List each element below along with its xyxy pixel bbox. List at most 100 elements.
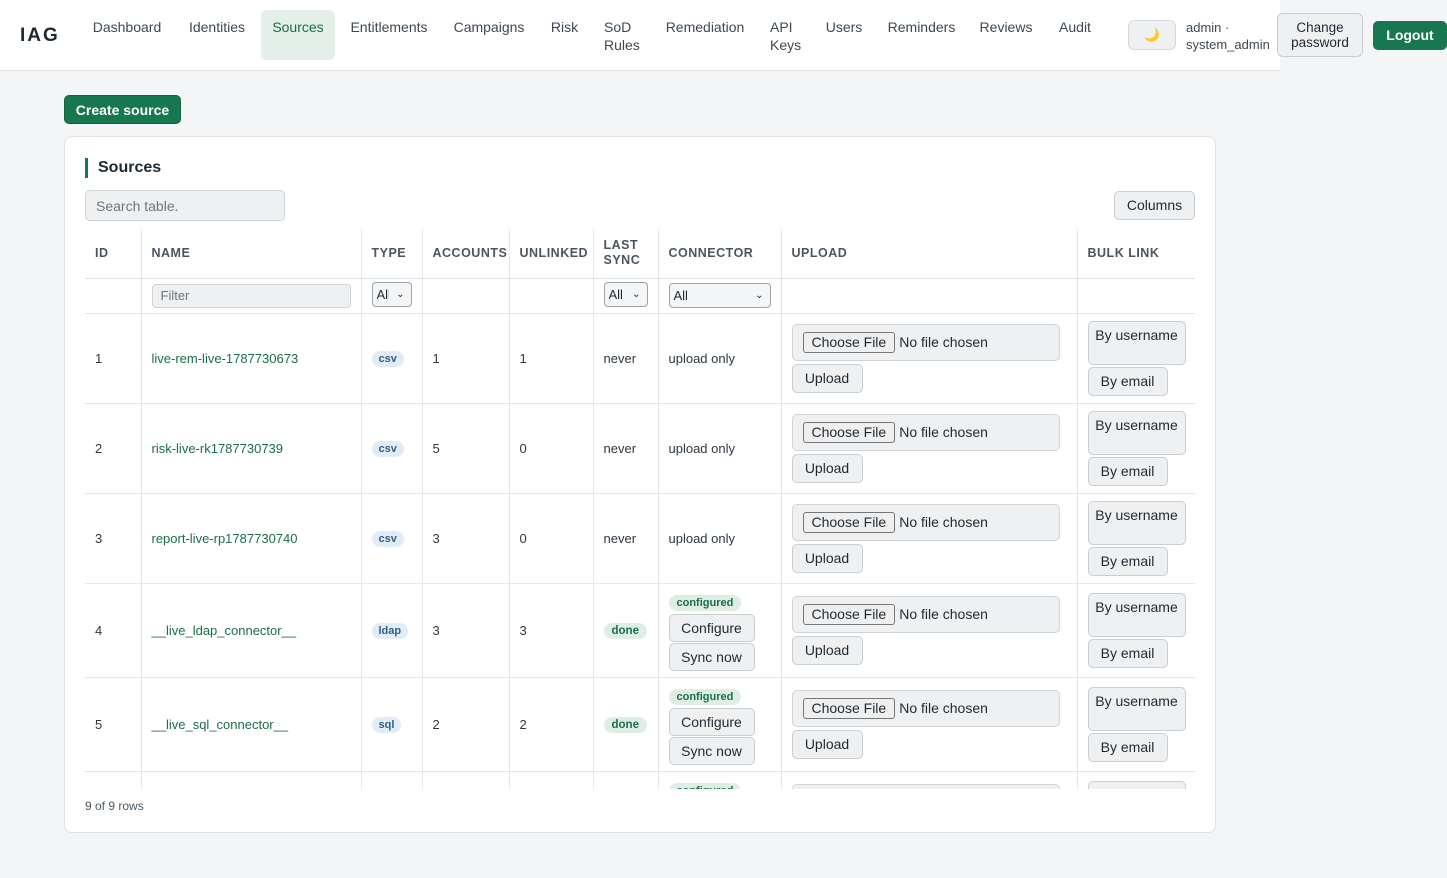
cell-id: 1	[85, 313, 142, 404]
file-status: No file chosen	[899, 514, 988, 530]
nav-dashboard[interactable]: Dashboard	[85, 10, 169, 60]
sync-status-badge: done	[603, 622, 647, 639]
theme-toggle-button[interactable]: 🌙	[1128, 20, 1176, 50]
bulk-link-by-email-button[interactable]: By email	[1087, 456, 1168, 486]
type-badge: sql	[371, 716, 402, 733]
nav-campaigns[interactable]: Campaigns	[447, 10, 531, 60]
source-name-link[interactable]: live-rem-live-1787730673	[152, 351, 299, 366]
source-name-link[interactable]: __live_sql_connector__	[152, 717, 289, 732]
cell-unlinked	[509, 771, 594, 789]
moon-icon: 🌙	[1143, 27, 1161, 42]
nav-api-keys[interactable]: API Keys	[770, 10, 808, 60]
bulk-link-by-email-button[interactable]: By email	[1087, 546, 1168, 576]
bulk-link-by-username-button[interactable]: By username	[1087, 592, 1186, 637]
bulk-link-by-email-button[interactable]: By email	[1087, 732, 1168, 762]
header-last-sync[interactable]: LAST SYNC	[593, 229, 659, 279]
header-connector[interactable]: CONNECTOR	[658, 229, 782, 279]
chevron-down-icon: ⌄	[396, 288, 405, 300]
bulk-link-by-username-button[interactable]: By username	[1087, 500, 1186, 545]
cell-unlinked: 0	[509, 493, 594, 584]
file-status: No file chosen	[899, 700, 988, 716]
table-row: configuredConfigureSync nowChoose FileNo…	[85, 771, 1195, 789]
nav-identities[interactable]: Identities	[180, 10, 254, 60]
cell-id: 2	[85, 403, 142, 494]
header-name[interactable]: NAME	[141, 229, 362, 279]
configure-button[interactable]: Configure	[668, 613, 755, 642]
type-badge: csv	[371, 350, 404, 367]
search-input[interactable]	[85, 190, 285, 221]
file-input[interactable]: Choose FileNo file chosen	[791, 689, 1060, 727]
source-name-link[interactable]: risk-live-rk1787730739	[152, 441, 284, 456]
chevron-down-icon: ⌄	[632, 288, 641, 300]
bulk-link-by-username-button[interactable]: By username	[1087, 410, 1186, 455]
sync-status-badge: done	[603, 716, 647, 733]
bulk-link-by-email-button[interactable]: By email	[1087, 366, 1168, 396]
current-user-label: admin · system_admin	[1186, 19, 1270, 53]
bulk-link-by-username-button[interactable]: By username	[1087, 780, 1186, 789]
upload-button[interactable]: Upload	[791, 543, 863, 573]
nav-reviews[interactable]: Reviews	[974, 10, 1038, 60]
change-password-button[interactable]: Change password	[1277, 13, 1363, 57]
connector-filter-value: All	[673, 288, 688, 303]
type-badge: csv	[371, 530, 404, 547]
sync-now-button[interactable]: Sync now	[668, 642, 755, 671]
choose-file-button[interactable]: Choose File	[802, 697, 896, 719]
nav-entitlements[interactable]: Entitlements	[343, 10, 435, 60]
upload-button[interactable]: Upload	[791, 453, 863, 483]
connector-filter-select[interactable]: All ⌄	[668, 283, 771, 308]
bulk-link-by-username-button[interactable]: By username	[1087, 686, 1186, 731]
cell-id	[85, 771, 142, 789]
cell-connector: upload only	[658, 493, 782, 584]
last-sync-filter-select[interactable]: All ⌄	[603, 281, 648, 307]
file-input[interactable]: Choose FileNo file chosen	[791, 413, 1060, 451]
brand-logo[interactable]: IAG	[20, 25, 60, 47]
file-input[interactable]: Choose FileNo file chosen	[791, 503, 1060, 541]
logout-button[interactable]: Logout	[1373, 21, 1447, 50]
source-name-link[interactable]: report-live-rp1787730740	[152, 531, 298, 546]
type-badge: ldap	[371, 622, 409, 639]
upload-button[interactable]: Upload	[791, 363, 863, 393]
cell-id: 4	[85, 583, 142, 678]
file-input[interactable]: Choose FileNo file chosen	[791, 595, 1060, 633]
type-filter-select[interactable]: All ⌄	[371, 281, 412, 307]
choose-file-button[interactable]: Choose File	[802, 603, 896, 625]
sync-now-button[interactable]: Sync now	[668, 736, 755, 765]
cell-last-sync	[593, 771, 659, 789]
upload-button[interactable]: Upload	[791, 635, 863, 665]
name-filter-input[interactable]	[151, 283, 351, 308]
card-title: Sources	[85, 158, 161, 178]
nav-users[interactable]: Users	[819, 10, 869, 60]
choose-file-button[interactable]: Choose File	[802, 421, 896, 443]
create-source-button[interactable]: Create source	[64, 95, 181, 124]
cell-unlinked: 2	[509, 677, 594, 772]
cell-accounts: 1	[422, 313, 510, 404]
header-type[interactable]: TYPE	[361, 229, 423, 279]
upload-button[interactable]: Upload	[791, 729, 863, 759]
source-name-link[interactable]: __live_ldap_connector__	[152, 623, 297, 638]
nav-audit[interactable]: Audit	[1051, 10, 1099, 60]
connector-status-badge: configured	[668, 688, 742, 705]
bulk-link-by-email-button[interactable]: By email	[1087, 638, 1168, 668]
nav-sod-rules[interactable]: SoD Rules	[604, 10, 650, 60]
header-accounts[interactable]: ACCOUNTS	[422, 229, 510, 279]
nav-remediation[interactable]: Remediation	[658, 10, 752, 60]
header-bulk-link: BULK LINK	[1077, 229, 1195, 279]
file-input[interactable]: Choose FileNo file chosen	[791, 783, 1060, 789]
cell-last-sync: never	[593, 403, 659, 494]
sources-table-container[interactable]: ID NAME TYPE ACCOUNTS UNLINKED LAST SYNC…	[85, 229, 1195, 789]
nav-sources[interactable]: Sources	[261, 10, 335, 60]
file-input[interactable]: Choose FileNo file chosen	[791, 323, 1060, 361]
cell-id: 5	[85, 677, 142, 772]
nav-reminders[interactable]: Reminders	[882, 10, 961, 60]
header-id[interactable]: ID	[85, 229, 142, 279]
bulk-link-by-username-button[interactable]: By username	[1087, 320, 1186, 365]
choose-file-button[interactable]: Choose File	[802, 511, 896, 533]
table-row: 1 live-rem-live-1787730673 csv 1 1 never uploa…	[85, 313, 1195, 404]
nav-risk[interactable]: Risk	[544, 10, 585, 60]
header-unlinked[interactable]: UNLINKED	[509, 229, 594, 279]
cell-unlinked: 0	[509, 403, 594, 494]
cell-accounts: 3	[422, 493, 510, 584]
choose-file-button[interactable]: Choose File	[802, 331, 896, 353]
configure-button[interactable]: Configure	[668, 707, 755, 736]
columns-button[interactable]: Columns	[1114, 191, 1195, 220]
